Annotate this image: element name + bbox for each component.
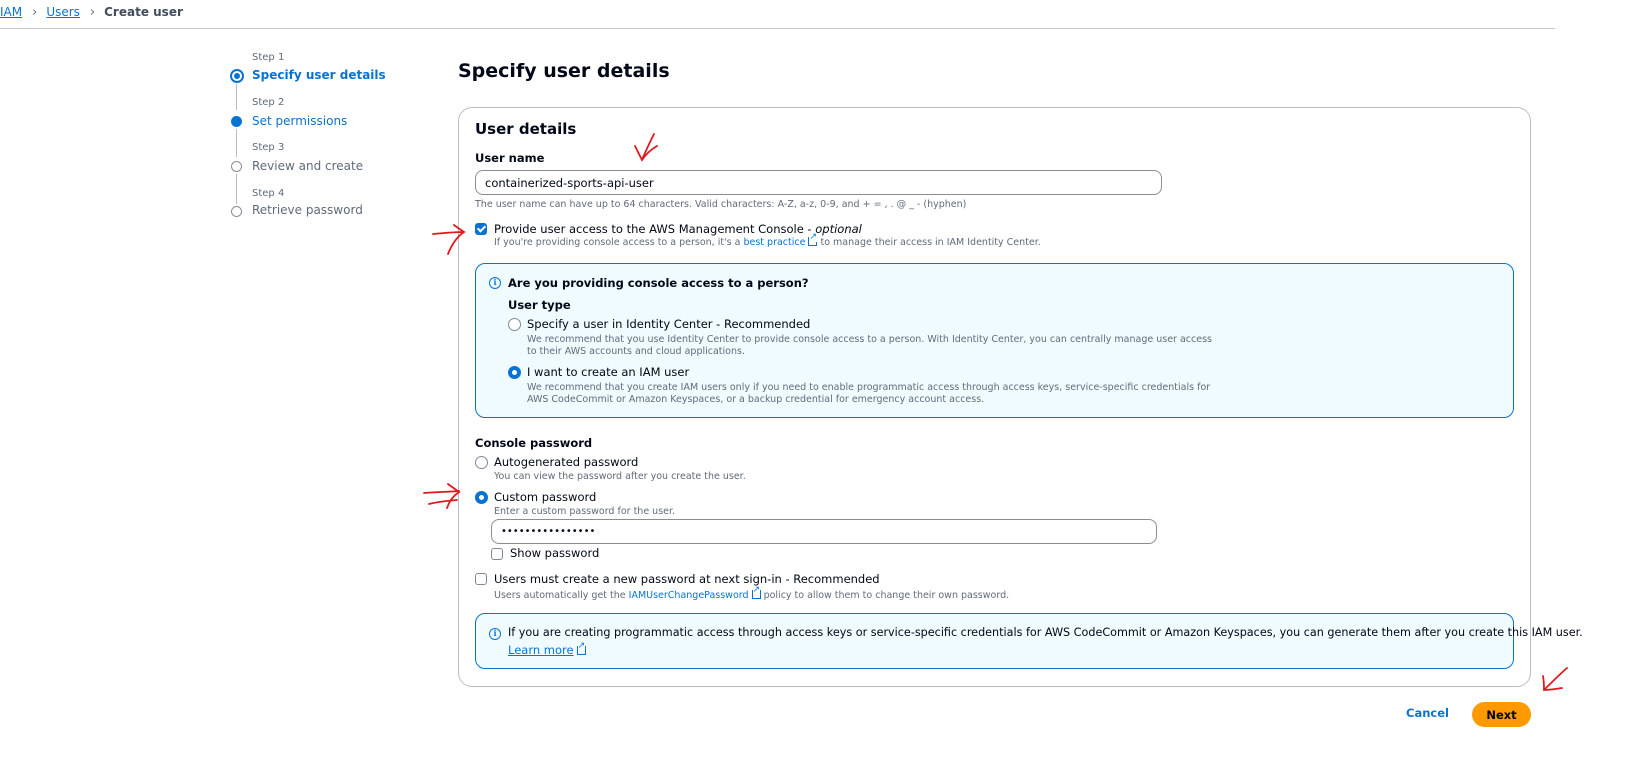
breadcrumb: IAM › Users › Create user [0,4,183,20]
programmatic-access-info-text: If you are creating programmatic access … [508,626,1583,639]
step-label-retrieve-password: Retrieve password [252,203,363,217]
custom-password-label: Custom password [494,490,597,504]
annotation-arrow-icon [432,224,466,255]
header-divider [0,28,1555,29]
step-number-1: Step 1 [252,52,285,63]
show-password-label: Show password [510,546,600,560]
console-access-label: Provide user access to the AWS Managemen… [494,222,862,236]
cancel-button[interactable]: Cancel [1406,706,1449,720]
require-reset-desc-text: Users automatically get the [494,590,629,601]
show-password-checkbox[interactable] [491,548,503,560]
chevron-right-icon: › [32,4,38,20]
require-reset-desc-after: policy to allow them to change their own… [760,590,1010,601]
require-reset-label: Users must create a new password at next… [494,572,880,586]
external-link-icon [808,233,818,246]
info-icon: i [489,277,501,289]
breadcrumb-current: Create user [104,5,183,19]
identity-center-radio[interactable] [508,318,521,331]
step-number-3: Step 3 [252,142,285,153]
programmatic-access-info-box [475,613,1514,669]
step-pending-icon [231,161,242,172]
username-hint: The user name can have up to 64 characte… [475,199,967,210]
person-box-title: Are you providing console access to a pe… [508,276,809,290]
step-connector [236,129,237,157]
step-next-icon [231,116,242,127]
learn-more-link[interactable]: Learn more [508,643,574,657]
annotation-arrow-icon [634,133,658,162]
external-link-icon [576,642,586,655]
console-access-label-text: Provide user access to the AWS Managemen… [494,222,816,236]
console-hint-text: If you're providing console access to a … [494,237,744,248]
identity-center-desc-1: We recommend that you use Identity Cente… [527,334,1212,345]
iam-user-desc-1: We recommend that you create IAM users o… [527,382,1211,393]
step-link-specify-user-details[interactable]: Specify user details [252,68,386,82]
chevron-right-icon: › [89,4,96,20]
autogenerated-password-desc: You can view the password after you crea… [494,471,746,482]
custom-password-desc: Enter a custom password for the user. [494,506,676,517]
breadcrumb-link-users[interactable]: Users [46,5,80,19]
annotation-arrow-icon [423,483,461,509]
optional-tag: optional [815,222,862,236]
autogenerated-password-label: Autogenerated password [494,455,639,469]
custom-password-radio[interactable] [475,491,488,504]
learn-more-container: Learn more [508,642,586,657]
console-access-checkbox[interactable] [475,223,487,235]
breadcrumb-link-iam[interactable]: IAM [0,5,22,19]
best-practice-link[interactable]: best practice [743,237,805,248]
step-current-icon [230,69,244,83]
require-reset-desc: Users automatically get the IAMUserChang… [494,586,1010,601]
identity-center-option-label: Specify a user in Identity Center - Reco… [527,317,811,331]
step-connector [236,174,237,204]
annotation-arrow-icon [1542,667,1568,691]
next-button[interactable]: Next [1472,702,1531,727]
page-title: Specify user details [458,60,670,82]
step-number-2: Step 2 [252,97,285,108]
username-label: User name [475,151,545,165]
user-type-label: User type [508,298,571,312]
custom-password-input[interactable] [491,519,1157,544]
username-input[interactable] [475,170,1162,195]
autogenerated-password-radio[interactable] [475,456,488,469]
require-reset-checkbox[interactable] [475,573,487,585]
identity-center-desc-2: to their AWS accounts and cloud applicat… [527,346,745,357]
info-icon: i [489,628,501,640]
step-connector [236,84,237,110]
console-hint-text-after: to manage their access in IAM Identity C… [817,237,1041,248]
iam-user-change-password-link[interactable]: IAMUserChangePassword [629,590,749,601]
step-link-set-permissions[interactable]: Set permissions [252,114,347,128]
step-label-review-and-create: Review and create [252,159,364,173]
panel-title: User details [475,120,577,138]
console-access-hint: If you're providing console access to a … [494,233,1041,248]
console-password-label: Console password [475,436,593,450]
step-number-4: Step 4 [252,188,285,199]
step-pending-icon [231,206,242,217]
external-link-icon [751,586,761,599]
iam-user-desc-2: AWS CodeCommit or Amazon Keyspaces, or a… [527,394,985,405]
iam-user-option-label: I want to create an IAM user [527,365,690,379]
iam-user-radio[interactable] [508,366,521,379]
